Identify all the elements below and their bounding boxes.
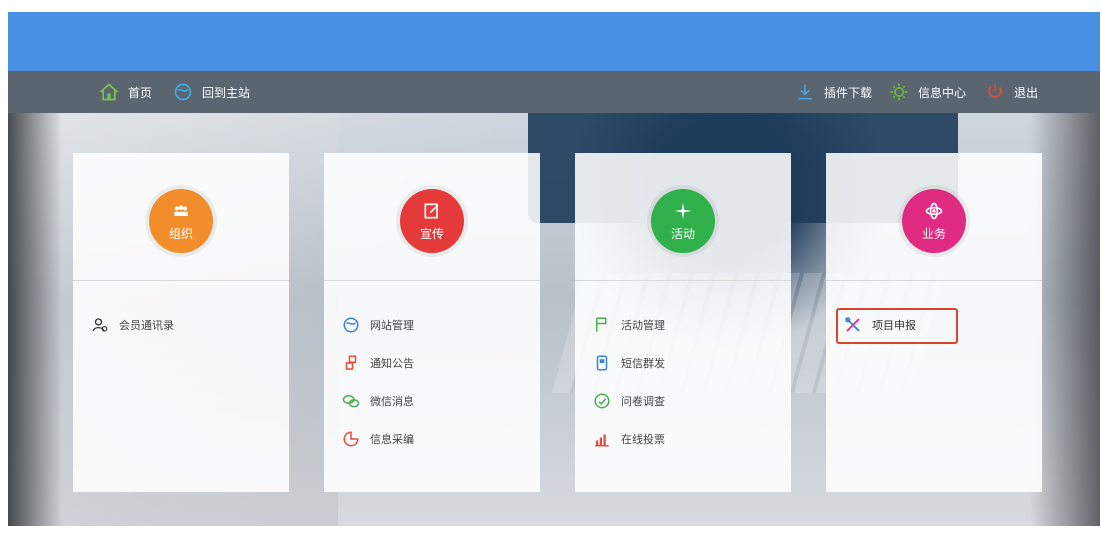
wechat-icon [342,392,360,410]
card-business-title: 业务 [921,226,946,241]
home-icon [98,81,120,103]
menu-item-survey[interactable]: 问卷调查 [593,390,665,412]
card-publicity-badge[interactable]: 宣传 [400,189,464,253]
menu-item-wechat[interactable]: 微信消息 [342,390,414,412]
menu-item-label: 网站管理 [370,319,414,332]
download-icon [794,81,816,103]
card-publicity-title: 宣传 [419,226,444,241]
nav-home[interactable]: 首页 [98,71,152,113]
app-frame: 首页 回到主站 插件下载 信息中心 退出 组织 会员通讯录 宣传 网站管理 通知… [8,12,1100,526]
people-icon [174,204,188,216]
menu-item-label: 会员通讯录 [119,319,174,332]
globe-icon [172,81,194,103]
menu-item-label: 在线投票 [621,433,665,446]
menu-item-project-declaration[interactable]: 项目申报 [844,314,916,336]
chart-icon [593,430,611,448]
gear-icon [888,81,910,103]
nav-main-site[interactable]: 回到主站 [172,71,250,113]
menu-item-label: 微信消息 [370,395,414,408]
nav-plugin-download-label: 插件下载 [824,85,873,100]
globe-icon [342,316,360,334]
card-organization-header: 组织 [73,153,289,281]
sparkle-icon [674,202,692,219]
menu-item-info-editing[interactable]: 信息采编 [342,428,414,450]
bell-icon [342,354,360,372]
nav-main-site-label: 回到主站 [202,85,251,100]
edit-icon [424,203,439,218]
contacts-icon [91,316,109,334]
menu-item-label: 项目申报 [872,319,916,332]
card-business: 业务 项目申报 [826,153,1042,492]
card-business-header: 业务 [826,153,1042,281]
power-icon [984,81,1006,103]
card-organization-title: 组织 [168,226,193,241]
menu-item-label: 短信群发 [621,357,665,370]
menu-item-notice[interactable]: 通知公告 [342,352,414,374]
nav-logout[interactable]: 退出 [984,71,1038,113]
menu-item-member-directory[interactable]: 会员通讯录 [91,314,174,336]
survey-icon [593,392,611,410]
nav-logout-label: 退出 [1014,85,1039,100]
nav-info-center-label: 信息中心 [918,85,967,100]
menu-item-activity-management[interactable]: 活动管理 [593,314,665,336]
navigation-bar: 首页 回到主站 插件下载 信息中心 退出 [8,71,1100,113]
card-activity-badge[interactable]: 活动 [651,189,715,253]
menu-item-label: 活动管理 [621,319,665,332]
menu-item-website-management[interactable]: 网站管理 [342,314,414,336]
card-publicity: 宣传 网站管理 通知公告 微信消息 信息采编 [324,153,540,492]
card-organization: 组织 会员通讯录 [73,153,289,492]
menu-item-label: 问卷调查 [621,395,665,408]
card-publicity-header: 宣传 [324,153,540,281]
card-activity-header: 活动 [575,153,791,281]
nav-home-label: 首页 [128,85,153,100]
background-shadow-left [8,113,62,526]
tools-icon [844,316,862,334]
flag-icon [593,316,611,334]
card-activity-title: 活动 [670,226,695,241]
nav-plugin-download[interactable]: 插件下载 [794,71,872,113]
atom-icon [925,202,943,219]
menu-item-label: 通知公告 [370,357,414,370]
card-organization-badge[interactable]: 组织 [149,189,213,253]
top-banner [8,12,1100,71]
phone-icon [593,354,611,372]
pie-icon [342,430,360,448]
menu-item-label: 信息采编 [370,433,414,446]
card-business-badge[interactable]: 业务 [902,189,966,253]
menu-item-sms-broadcast[interactable]: 短信群发 [593,352,665,374]
menu-item-online-vote[interactable]: 在线投票 [593,428,665,450]
card-activity: 活动 活动管理 短信群发 问卷调查 在线投票 [575,153,791,492]
nav-info-center[interactable]: 信息中心 [888,71,966,113]
